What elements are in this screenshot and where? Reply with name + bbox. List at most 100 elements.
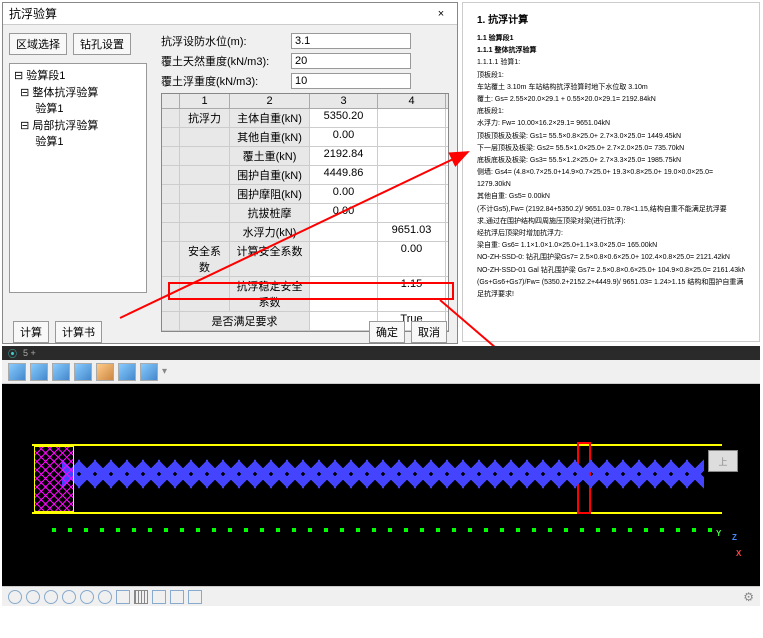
grid-marker bbox=[212, 528, 216, 532]
grid-marker bbox=[244, 528, 248, 532]
table-cell: 计算安全系数 bbox=[230, 242, 310, 276]
table-cell bbox=[180, 277, 230, 311]
tree-node-local[interactable]: ⊟ 局部抗浮验算 bbox=[14, 118, 142, 135]
status-icon[interactable] bbox=[188, 590, 202, 604]
grid-marker bbox=[644, 528, 648, 532]
dialog-titlebar[interactable]: 抗浮验算 × bbox=[3, 3, 457, 25]
tree-leaf-local-1[interactable]: 验算1 bbox=[14, 134, 142, 151]
grid-marker bbox=[372, 528, 376, 532]
drill-settings-button[interactable]: 钻孔设置 bbox=[73, 33, 131, 55]
table-cell bbox=[310, 277, 378, 311]
table-row: 水浮力(kN)9651.03 bbox=[162, 223, 448, 242]
gear-icon[interactable]: ⚙ bbox=[743, 590, 754, 604]
table-row: 围护自重(kN)4449.86 bbox=[162, 166, 448, 185]
grid-head-blank bbox=[162, 94, 180, 108]
grid-marker bbox=[340, 528, 344, 532]
calcbook-button[interactable]: 计算书 bbox=[55, 321, 102, 343]
ok-button[interactable]: 确定 bbox=[369, 321, 405, 343]
status-icon[interactable] bbox=[98, 590, 112, 604]
status-icon[interactable] bbox=[26, 590, 40, 604]
antifloat-dialog: 抗浮验算 × 区域选择 钻孔设置 ⊟ 验算段1 ⊟ 整体抗浮验算 验算1 ⊟ 局… bbox=[2, 2, 458, 344]
table-cell: 围护摩阻(kN) bbox=[230, 185, 310, 203]
doc-h2: 1.1 验算段1 bbox=[477, 33, 745, 44]
grid-marker bbox=[628, 528, 632, 532]
water-level-input[interactable] bbox=[291, 33, 411, 49]
status-icon[interactable] bbox=[152, 590, 166, 604]
doc-line: 侧墙: Gs4= (4.8×0.7×25.0+14.9×0.7×25.0+ 19… bbox=[477, 167, 745, 178]
grid-marker bbox=[324, 528, 328, 532]
grid-marker bbox=[404, 528, 408, 532]
grid-marker bbox=[228, 528, 232, 532]
doc-line: 下一层顶板及板梁: Gs2= 55.5×1.0×25.0+ 2.7×2.0×25… bbox=[477, 143, 745, 154]
cad-drawing-area[interactable]: 上 X Y Z bbox=[2, 384, 760, 584]
cad-tab-text[interactable]: 5 + bbox=[23, 348, 36, 358]
view-tool-icon[interactable] bbox=[118, 363, 136, 381]
structure-bay bbox=[686, 424, 704, 524]
table-cell: 5350.20 bbox=[310, 109, 378, 127]
status-icon[interactable] bbox=[44, 590, 58, 604]
doc-line: 其他自重: Gs5= 0.00kN bbox=[477, 191, 745, 202]
grid-marker bbox=[292, 528, 296, 532]
table-cell: 0.00 bbox=[378, 242, 446, 276]
doc-line: 顶板段1: bbox=[477, 70, 745, 81]
doc-line: 顶板顶板及板梁: Gs1= 55.5×0.8×25.0+ 2.7×3.0×25.… bbox=[477, 131, 745, 142]
table-cell bbox=[378, 185, 446, 203]
natural-weight-input[interactable] bbox=[291, 53, 411, 69]
status-icon[interactable] bbox=[116, 590, 130, 604]
status-icon[interactable] bbox=[134, 590, 148, 604]
doc-line: 经抗浮后顶梁时增加抗浮力: bbox=[477, 228, 745, 239]
view-tool-icon[interactable] bbox=[8, 363, 26, 381]
view-tool-icon[interactable] bbox=[140, 363, 158, 381]
grid-marker bbox=[276, 528, 280, 532]
table-cell bbox=[162, 312, 180, 330]
doc-line: 车站覆土 3.10m 车站结构抗浮验算时地下水位取 3.10m bbox=[477, 82, 745, 93]
axis-z-icon: Z bbox=[732, 533, 737, 542]
table-cell bbox=[162, 277, 180, 311]
view-tool-icon[interactable] bbox=[52, 363, 70, 381]
table-cell bbox=[162, 242, 180, 276]
grid-marker bbox=[452, 528, 456, 532]
region-select-button[interactable]: 区域选择 bbox=[9, 33, 67, 55]
status-icon[interactable] bbox=[170, 590, 184, 604]
grid-head-2: 2 bbox=[230, 94, 310, 108]
water-level-label: 抗浮设防水位(m): bbox=[161, 33, 291, 49]
tree-leaf-overall-1[interactable]: 验算1 bbox=[14, 101, 142, 118]
dialog-title: 抗浮验算 bbox=[9, 5, 57, 22]
table-cell bbox=[162, 185, 180, 203]
status-icon[interactable] bbox=[80, 590, 94, 604]
cancel-button[interactable]: 取消 bbox=[411, 321, 447, 343]
view-tool-icon[interactable] bbox=[30, 363, 48, 381]
table-cell bbox=[180, 166, 230, 184]
check-tree[interactable]: ⊟ 验算段1 ⊟ 整体抗浮验算 验算1 ⊟ 局部抗浮验算 验算1 bbox=[9, 63, 147, 293]
view-tool-icon[interactable] bbox=[74, 363, 92, 381]
table-cell bbox=[378, 204, 446, 222]
grid-marker bbox=[196, 528, 200, 532]
grid-marker bbox=[484, 528, 488, 532]
view-tool-icon[interactable] bbox=[96, 363, 114, 381]
table-cell bbox=[310, 312, 378, 330]
table-cell bbox=[162, 223, 180, 241]
cad-statusbar: ⚙ bbox=[2, 586, 760, 606]
table-row: 围护摩阻(kN)0.00 bbox=[162, 185, 448, 204]
doc-line: NO-ZH-SSD-0: 钻孔围护梁Gs7= 2.5×0.8×0.6×25.0+… bbox=[477, 252, 745, 263]
chevron-down-icon[interactable]: ▾ bbox=[162, 366, 167, 377]
grid-marker bbox=[68, 528, 72, 532]
tree-node-overall[interactable]: ⊟ 整体抗浮验算 bbox=[14, 85, 142, 102]
close-icon[interactable]: × bbox=[431, 8, 451, 20]
doc-line: 1.1.1.1 验算1: bbox=[477, 57, 745, 68]
cad-tabbar[interactable]: ⦿ 5 + bbox=[2, 346, 760, 360]
calc-button[interactable]: 计算 bbox=[13, 321, 49, 343]
axis-x-icon: X bbox=[736, 549, 741, 558]
grid-head-4: 4 bbox=[378, 94, 446, 108]
buoyant-weight-input[interactable] bbox=[291, 73, 411, 89]
status-icon[interactable] bbox=[8, 590, 22, 604]
grid-marker bbox=[164, 528, 168, 532]
tree-root[interactable]: ⊟ 验算段1 bbox=[14, 68, 142, 85]
table-cell: 抗浮力 bbox=[180, 109, 230, 127]
status-icon[interactable] bbox=[62, 590, 76, 604]
grid-marker bbox=[532, 528, 536, 532]
table-row: 抗拔桩摩0.00 bbox=[162, 204, 448, 223]
table-cell bbox=[378, 147, 446, 165]
grid-marker bbox=[516, 528, 520, 532]
grid-marker bbox=[468, 528, 472, 532]
